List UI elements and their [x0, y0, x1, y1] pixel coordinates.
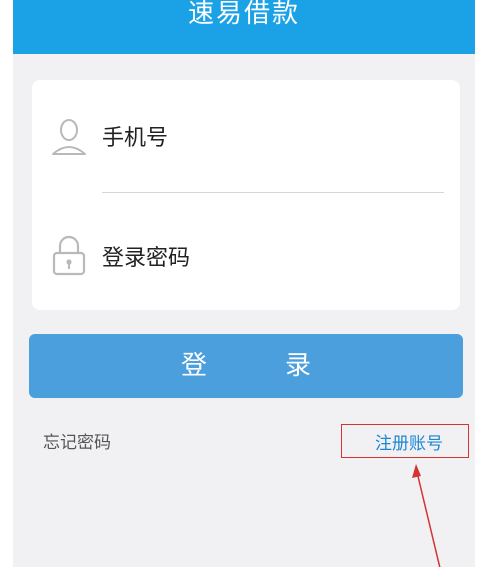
login-button-label: 登 录	[180, 351, 337, 381]
login-form: 手机号 登录密码	[32, 80, 460, 310]
title-bar: 速易借款	[13, 0, 475, 54]
register-link[interactable]: 注册账号	[375, 429, 443, 454]
app-title: 速易借款	[187, 0, 300, 29]
app-screen: 速易借款 手机号 登录密码 登 录 忘记密码 注册账号	[13, 0, 475, 567]
lock-icon	[52, 235, 86, 276]
login-button[interactable]: 登 录	[29, 334, 463, 398]
user-icon	[52, 119, 86, 155]
phone-label: 手机号	[102, 126, 169, 151]
forgot-password-link[interactable]: 忘记密码	[43, 428, 111, 453]
password-field[interactable]: 登录密码	[32, 200, 460, 310]
field-divider	[102, 192, 444, 193]
password-label: 登录密码	[102, 246, 191, 271]
phone-field[interactable]: 手机号	[32, 80, 460, 193]
annotation-arrow-icon	[412, 464, 441, 567]
